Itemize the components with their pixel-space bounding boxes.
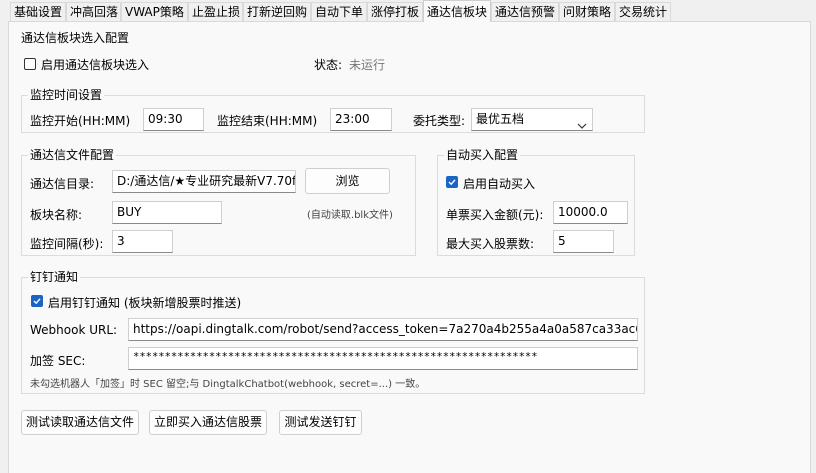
- dingtalk-title: 钉钉通知: [28, 269, 81, 285]
- monitor-interval-label: 监控间隔(秒):: [30, 237, 104, 251]
- monitor-time-title: 监控时间设置: [28, 87, 105, 103]
- tdx-file-title: 通达信文件配置: [28, 147, 117, 163]
- chevron-down-icon: [577, 116, 587, 130]
- auto-buy-title: 自动买入配置: [444, 147, 521, 163]
- tab-trade-stats[interactable]: 交易统计: [615, 2, 671, 21]
- dingtalk-hint: 未勾选机器人「加签」时 SEC 留空;与 DingtalkChatbot(web…: [30, 379, 426, 390]
- tab-limit-up[interactable]: 涨停打板: [367, 2, 423, 21]
- order-type-value: 最优五档: [476, 112, 525, 126]
- max-stocks-label: 最大买入股票数:: [446, 237, 535, 251]
- monitor-start-label: 监控开始(HH:MM): [30, 114, 131, 128]
- section-title: 通达信板块选入配置: [21, 31, 130, 45]
- test-read-button[interactable]: 测试读取通达信文件: [21, 410, 139, 435]
- secret-input[interactable]: ****************************************…: [128, 347, 638, 370]
- enable-dingtalk-label[interactable]: 启用钉钉通知 (板块新增股票时推送): [48, 294, 241, 311]
- enable-select-checkbox[interactable]: [24, 58, 36, 70]
- tdx-dir-label: 通达信目录:: [30, 177, 95, 191]
- tab-bar: 基础设置 冲高回落 VWAP策略 止盈止损 打新逆回购 自动下单 涨停打板 通达…: [0, 0, 816, 22]
- tdx-dir-input[interactable]: D:/通达信/★专业研究最新V7.70f: [112, 170, 296, 193]
- monitor-interval-input[interactable]: 3: [112, 230, 173, 253]
- block-name-label: 板块名称:: [30, 208, 83, 222]
- enable-auto-buy-checkbox[interactable]: [446, 176, 458, 188]
- test-dingtalk-button[interactable]: 测试发送钉钉: [279, 410, 362, 435]
- buy-now-button[interactable]: 立即买入通达信股票: [149, 410, 267, 435]
- tab-tdx-alert[interactable]: 通达信预警: [491, 2, 559, 21]
- block-name-input[interactable]: BUY: [112, 201, 222, 224]
- block-name-hint: (自动读取.blk文件): [307, 210, 393, 221]
- status-label: 状态:: [314, 58, 343, 72]
- status-value: 未运行: [349, 58, 386, 72]
- order-type-label: 委托类型:: [413, 114, 466, 128]
- tab-page: 通达信板块选入配置 启用通达信板块选入 状态: 未运行 监控时间设置 监控开始(…: [8, 21, 811, 473]
- max-stocks-input[interactable]: 5: [553, 230, 614, 253]
- buy-amount-input[interactable]: 10000.0: [553, 201, 628, 224]
- monitor-end-label: 监控结束(HH:MM): [217, 114, 318, 128]
- enable-select-label[interactable]: 启用通达信板块选入: [41, 56, 149, 73]
- enable-dingtalk-checkbox[interactable]: [31, 295, 43, 307]
- tab-wencai-strategy[interactable]: 问财策略: [559, 2, 615, 21]
- secret-label: 加签 SEC:: [30, 354, 86, 368]
- webhook-label: Webhook URL:: [30, 323, 118, 337]
- tab-tdx-block[interactable]: 通达信板块: [423, 0, 491, 22]
- tab-auto-order[interactable]: 自动下单: [311, 2, 367, 21]
- tab-vwap-strategy[interactable]: VWAP策略: [121, 2, 188, 21]
- order-type-select[interactable]: 最优五档: [471, 108, 593, 131]
- monitor-end-input[interactable]: 23:00: [330, 108, 392, 131]
- browse-button[interactable]: 浏览: [305, 168, 390, 194]
- tab-take-profit-stop-loss[interactable]: 止盈止损: [188, 2, 243, 21]
- tab-basic-settings[interactable]: 基础设置: [10, 2, 66, 21]
- buy-amount-label: 单票买入金额(元):: [446, 208, 544, 222]
- tab-ipo-reverse-repo[interactable]: 打新逆回购: [243, 2, 311, 21]
- monitor-start-input[interactable]: 09:30: [143, 108, 204, 131]
- tab-pullback[interactable]: 冲高回落: [66, 2, 121, 21]
- enable-auto-buy-label[interactable]: 启用自动买入: [463, 175, 535, 192]
- webhook-input[interactable]: https://oapi.dingtalk.com/robot/send?acc…: [128, 318, 638, 341]
